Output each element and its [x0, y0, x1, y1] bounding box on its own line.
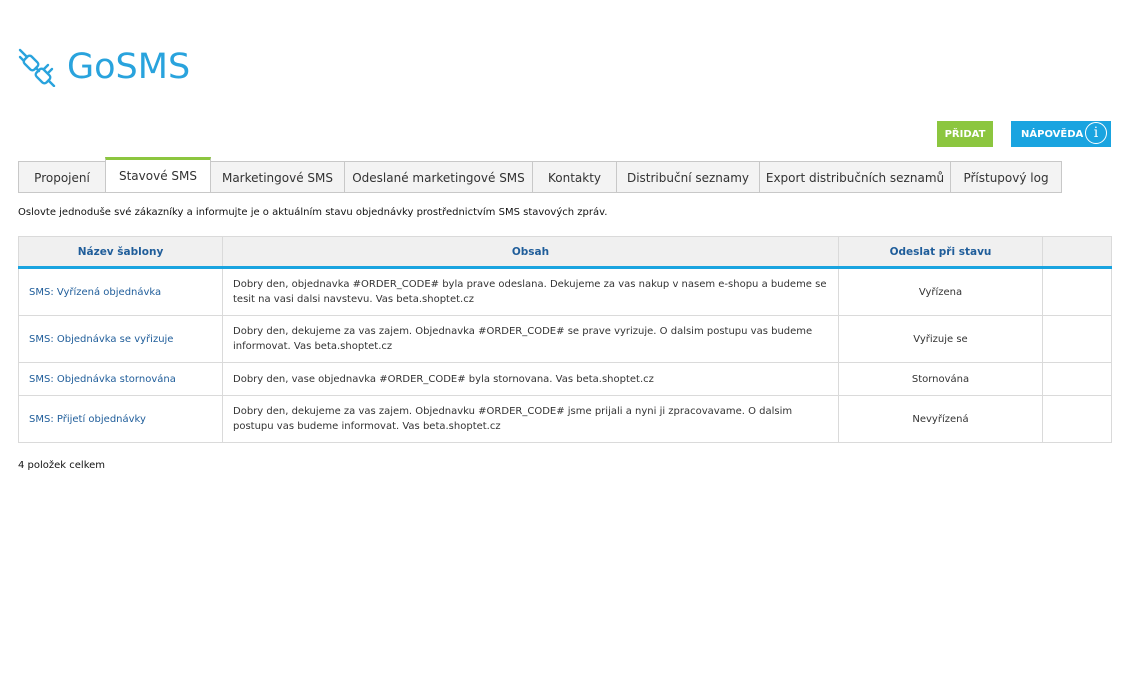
template-name-cell: SMS: Objednávka se vyřizuje: [18, 315, 223, 363]
plug-connector-icon: [18, 48, 56, 87]
help-button-label: NÁPOVĚDA: [1021, 128, 1084, 140]
template-name-cell: SMS: Přijetí objednávky: [18, 395, 223, 443]
column-header-content[interactable]: Obsah: [222, 236, 839, 269]
help-button[interactable]: NÁPOVĚDA i: [1011, 121, 1111, 147]
table-row: SMS: Přijetí objednávky Dobry den, dekuj…: [18, 395, 1112, 443]
template-actions-cell: [1042, 315, 1112, 363]
items-total: 4 položek celkem: [18, 460, 106, 471]
template-actions-cell: [1042, 395, 1112, 443]
template-state-cell: Nevyřízená: [838, 395, 1043, 443]
template-name-cell: SMS: Vyřízená objednávka: [18, 267, 223, 316]
table-row: SMS: Vyřízená objednávka Dobry den, obje…: [18, 267, 1112, 316]
tab-odeslane-marketingove-sms[interactable]: Odeslané marketingové SMS: [344, 161, 533, 193]
tab-pristupovy-log[interactable]: Přístupový log: [950, 161, 1062, 193]
column-header-name[interactable]: Název šablony: [18, 236, 223, 269]
template-link[interactable]: SMS: Přijetí objednávky: [29, 414, 146, 425]
tab-distribucni-seznamy[interactable]: Distribuční seznamy: [616, 161, 760, 193]
tab-propojeni[interactable]: Propojení: [18, 161, 106, 193]
template-name-cell: SMS: Objednávka stornována: [18, 362, 223, 396]
column-header-actions: [1042, 236, 1112, 269]
intro-text: Oslovte jednoduše své zákazníky a inform…: [18, 207, 608, 218]
tab-stavove-sms[interactable]: Stavové SMS: [105, 157, 211, 193]
template-link[interactable]: SMS: Objednávka stornována: [29, 374, 176, 385]
info-icon: i: [1085, 122, 1107, 144]
tab-marketingove-sms[interactable]: Marketingové SMS: [210, 161, 345, 193]
tab-kontakty[interactable]: Kontakty: [532, 161, 617, 193]
tab-bar: Propojení Stavové SMS Marketingové SMS O…: [18, 157, 1062, 193]
template-content-cell: Dobry den, objednavka #ORDER_CODE# byla …: [222, 267, 839, 316]
template-content-cell: Dobry den, dekujeme za vas zajem. Objedn…: [222, 315, 839, 363]
template-actions-cell: [1042, 362, 1112, 396]
app-logo: GoSMS: [18, 46, 190, 88]
table-header-row: Název šablony Obsah Odeslat při stavu: [18, 236, 1112, 269]
add-button[interactable]: PŘIDAT: [937, 121, 993, 147]
table-row: SMS: Objednávka stornována Dobry den, va…: [18, 362, 1112, 396]
template-actions-cell: [1042, 267, 1112, 316]
column-header-state[interactable]: Odeslat při stavu: [838, 236, 1043, 269]
templates-table: Název šablony Obsah Odeslat při stavu SM…: [18, 236, 1112, 443]
template-content-cell: Dobry den, dekujeme za vas zajem. Objedn…: [222, 395, 839, 443]
app-title: GoSMS: [67, 47, 191, 87]
tab-export-distribucnich-seznamu[interactable]: Export distribučních seznamů: [759, 161, 951, 193]
template-content-cell: Dobry den, vase objednavka #ORDER_CODE# …: [222, 362, 839, 396]
template-link[interactable]: SMS: Vyřízená objednávka: [29, 287, 161, 298]
table-row: SMS: Objednávka se vyřizuje Dobry den, d…: [18, 315, 1112, 363]
template-state-cell: Stornována: [838, 362, 1043, 396]
template-link[interactable]: SMS: Objednávka se vyřizuje: [29, 334, 173, 345]
template-state-cell: Vyřízena: [838, 267, 1043, 316]
template-state-cell: Vyřizuje se: [838, 315, 1043, 363]
